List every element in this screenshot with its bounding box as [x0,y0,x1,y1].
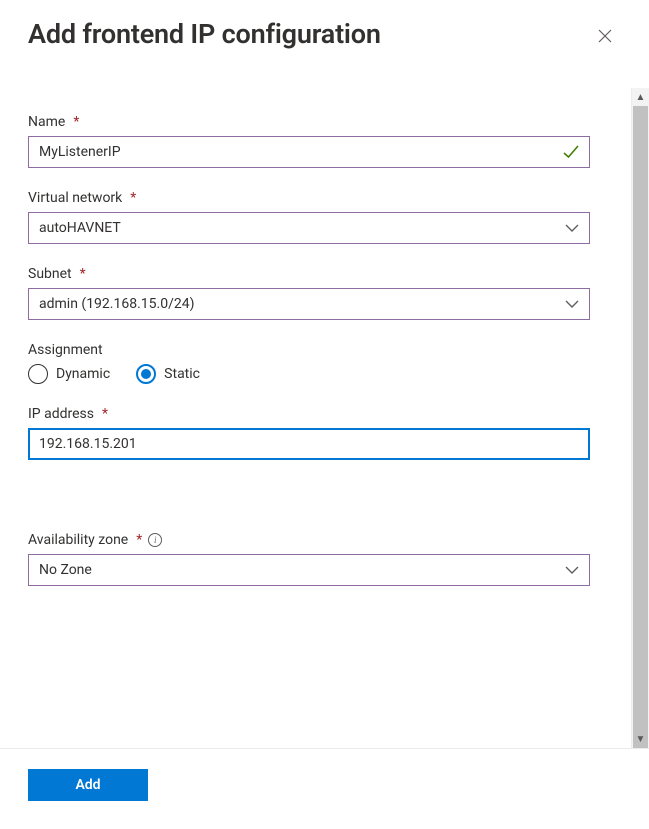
assignment-field-group: Assignment Dynamic Static [28,342,598,384]
subnet-field-group: Subnet * admin (192.168.15.0/24) [28,266,598,320]
subnet-label-text: Subnet [28,266,72,282]
availability-zone-label-text: Availability zone [28,532,128,548]
radio-icon [136,364,156,384]
radio-label-dynamic: Dynamic [56,366,110,382]
assignment-radio-group: Dynamic Static [28,364,598,384]
ip-address-field-group: IP address * [28,406,598,460]
scroll-down-arrow-icon: ▼ [632,730,649,748]
radio-icon [28,364,48,384]
form-content: Name * Virtual network * autoHAVNET [0,88,598,586]
availability-zone-field-group: Availability zone * i No Zone [28,532,598,586]
name-field-group: Name * [28,114,598,168]
close-button[interactable] [589,22,621,54]
scroll-up-arrow-icon: ▲ [632,88,649,106]
name-label: Name * [28,114,598,130]
ip-address-label: IP address * [28,406,598,422]
ip-address-input-wrap [28,428,590,460]
vertical-scrollbar[interactable]: ▲ ▼ [631,88,649,748]
name-input[interactable] [28,136,590,168]
virtual-network-select-wrap: autoHAVNET [28,212,590,244]
virtual-network-label-text: Virtual network [28,190,122,206]
radio-label-static: Static [164,366,200,382]
assignment-label-text: Assignment [28,342,103,358]
name-label-text: Name [28,114,65,130]
virtual-network-label: Virtual network * [28,190,598,206]
virtual-network-select[interactable]: autoHAVNET [28,212,590,244]
panel-footer: Add [0,748,649,829]
form-scroll-area: Name * Virtual network * autoHAVNET [0,88,649,748]
required-indicator: * [130,190,136,206]
availability-zone-label: Availability zone * i [28,532,598,548]
subnet-value: admin (192.168.15.0/24) [39,296,194,312]
ip-address-input[interactable] [28,428,590,460]
panel-title: Add frontend IP configuration [28,18,381,50]
subnet-select[interactable]: admin (192.168.15.0/24) [28,288,590,320]
panel-header: Add frontend IP configuration [0,0,649,54]
availability-zone-value: No Zone [39,562,92,578]
subnet-select-wrap: admin (192.168.15.0/24) [28,288,590,320]
close-icon [597,28,613,48]
virtual-network-field-group: Virtual network * autoHAVNET [28,190,598,244]
info-icon[interactable]: i [148,533,162,547]
subnet-label: Subnet * [28,266,598,282]
assignment-label: Assignment [28,342,598,358]
required-indicator: * [80,266,86,282]
add-frontend-ip-panel: Add frontend IP configuration Name * [0,0,649,829]
required-indicator: * [136,532,142,548]
name-input-wrap [28,136,590,168]
add-button[interactable]: Add [28,769,148,801]
availability-zone-select[interactable]: No Zone [28,554,590,586]
ip-address-label-text: IP address [28,406,94,422]
assignment-radio-static[interactable]: Static [136,364,200,384]
assignment-radio-dynamic[interactable]: Dynamic [28,364,110,384]
availability-zone-select-wrap: No Zone [28,554,590,586]
virtual-network-value: autoHAVNET [39,220,121,236]
required-indicator: * [73,114,79,130]
required-indicator: * [102,406,108,422]
scrollbar-thumb[interactable] [633,106,648,748]
